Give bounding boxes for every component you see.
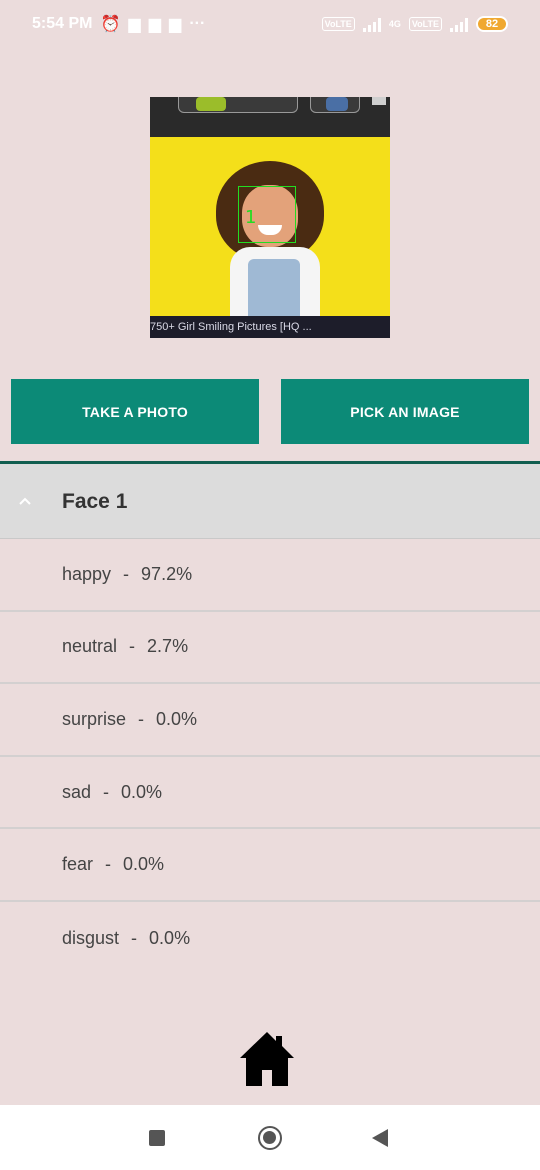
image-caption: 750+ Girl Smiling Pictures [HQ ... [150, 316, 390, 338]
emotion-value: 97.2% [141, 563, 193, 584]
message-icon: ▆ [128, 16, 141, 33]
emotion-label: sad [62, 781, 92, 802]
chevron-up-icon [19, 497, 31, 505]
list-item-surprise: surprise - 0.0% [0, 684, 540, 757]
emotion-list: happy - 97.2% neutral - 2.7% surprise - … [0, 539, 540, 975]
separator: - [138, 708, 145, 729]
separator: - [129, 636, 136, 657]
signal-icon [450, 16, 468, 32]
emotion-label: fear [62, 854, 94, 875]
separator: - [105, 854, 112, 875]
list-item-neutral: neutral - 2.7% [0, 612, 540, 685]
home-icon[interactable] [238, 1030, 296, 1088]
emotion-label: disgust [62, 927, 120, 948]
analyzed-photo: 1 750+ Girl Smiling Pictures [HQ ... [150, 97, 390, 338]
list-item-fear: fear - 0.0% [0, 829, 540, 902]
circle-icon[interactable] [258, 1126, 282, 1150]
face-detection-label: 1 [245, 207, 257, 228]
pick-image-button[interactable]: PICK AN IMAGE [281, 379, 529, 444]
emotion-value: 0.0% [121, 781, 163, 802]
triangle-back-icon[interactable] [372, 1129, 388, 1147]
face-title: Face 1 [62, 490, 128, 513]
separator: - [131, 927, 138, 948]
take-photo-button[interactable]: TAKE A PHOTO [11, 379, 259, 444]
system-nav-bar [0, 1105, 540, 1170]
list-item-disgust: disgust - 0.0% [0, 902, 540, 975]
message-icon: ▆ [148, 16, 162, 33]
separator: - [103, 781, 110, 802]
status-bar: 5:54 PM ⏰ ▆ ▆ ▆ ··· VoLTE 4G VoLTE 82 [0, 0, 540, 48]
more-dots-icon: ··· [189, 15, 206, 32]
emotion-value: 2.7% [147, 636, 189, 657]
list-item-happy: happy - 97.2% [0, 539, 540, 612]
alarm-icon: ⏰ [100, 16, 121, 33]
emotion-label: happy [62, 563, 112, 584]
square-icon[interactable] [149, 1130, 165, 1146]
emotion-value: 0.0% [123, 854, 165, 875]
emotion-value: 0.0% [156, 708, 198, 729]
message-icon: ▆ [169, 16, 182, 33]
network-type: 4G [388, 19, 401, 29]
signal-icon [362, 16, 381, 32]
volte-icon: VoLTE [408, 17, 442, 31]
separator: - [123, 563, 130, 584]
face-1-header[interactable]: Face 1 [0, 464, 540, 539]
emotion-value: 0.0% [149, 927, 191, 948]
list-item-sad: sad - 0.0% [0, 757, 540, 830]
volte-icon: VoLTE [321, 17, 355, 31]
battery-icon: 82 [476, 16, 508, 32]
emotion-label: surprise [62, 708, 127, 729]
emotion-label: neutral [62, 636, 118, 657]
status-time: 5:54 PM [32, 15, 93, 32]
